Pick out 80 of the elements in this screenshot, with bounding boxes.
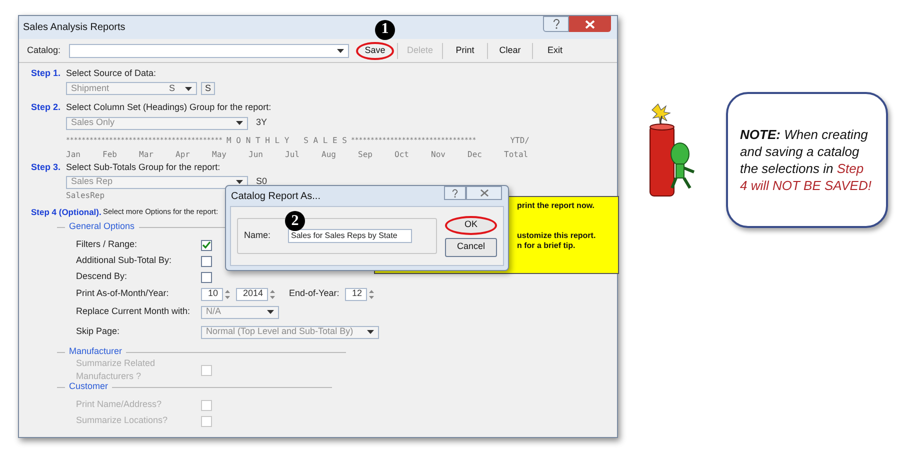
dialog-title: Catalog Report As... — [231, 190, 320, 204]
option-label: Print As-of-Month/Year: — [76, 287, 170, 300]
dropdown-arrow-icon — [337, 48, 344, 52]
toolbar-button[interactable]: Exit — [536, 42, 574, 60]
option-label: Print Name/Address? — [76, 398, 163, 412]
option-label: Descend By: — [76, 270, 128, 284]
source-dropdown[interactable]: Shipment S — [66, 82, 197, 95]
group-title: Manufacturer — [69, 345, 122, 358]
option-label: Summarize Locations? — [76, 414, 169, 428]
month-heading: Apr — [176, 148, 191, 160]
help-button[interactable] — [543, 16, 569, 32]
dropdown-arrow-icon — [367, 330, 374, 334]
step-label: Step 3. — [31, 160, 62, 174]
spinner-arrows-icon[interactable] — [270, 288, 275, 300]
heading-title: M O N T H L Y S A L E S — [226, 135, 347, 147]
dropdown-arrow-icon — [185, 86, 192, 90]
option-label: Additional Sub-Total By: — [76, 254, 173, 268]
group-title: Customer — [69, 380, 108, 394]
spinner-arrows-icon[interactable] — [369, 288, 374, 300]
month-heading: May — [212, 148, 228, 160]
month-heading: Aug — [322, 148, 337, 160]
step-prompt: Select Column Set (Headings) Group for the report: — [66, 101, 272, 114]
help-button[interactable] — [444, 186, 466, 200]
dropdown-arrow-icon — [267, 310, 274, 314]
subtotal-field: SalesRep — [66, 190, 105, 202]
group-title: General Options — [69, 220, 135, 234]
note-text: NOTE: When creating and saving a catalog the selections in Step 4 will NOT BE SAVED! — [740, 126, 872, 194]
spinner-arrows-icon[interactable] — [225, 288, 230, 300]
month-heading: Sep — [358, 148, 374, 160]
dropdown-arrow-icon — [236, 180, 243, 184]
number-field[interactable]: 2014 — [236, 288, 268, 300]
month-heading: Dec — [468, 148, 483, 160]
number-field[interactable]: 12 — [345, 288, 367, 300]
step-label: Step 1. — [31, 67, 62, 80]
checkbox[interactable] — [201, 256, 212, 266]
step-prompt: Select Sub-Totals Group for the report: — [66, 160, 220, 174]
name-label: Name: — [244, 229, 272, 242]
option-label: Skip Page: — [76, 325, 121, 338]
tip-text: ustomize this report. — [517, 231, 597, 241]
step-prompt: Select Source of Data: — [66, 67, 156, 80]
name-field[interactable]: Sales for Sales Reps by State — [288, 229, 412, 243]
dialog-button[interactable]: Cancel — [445, 238, 497, 256]
window-title: Sales Analysis Reports — [23, 21, 126, 35]
catalog-label: Catalog: — [27, 44, 62, 57]
close-button[interactable] — [466, 186, 502, 200]
close-button[interactable] — [569, 16, 611, 32]
step-label: Step 2. — [31, 101, 62, 114]
month-heading: Oct — [394, 148, 410, 160]
month-heading: Jul — [285, 148, 300, 160]
dialog-button[interactable]: OK — [445, 216, 497, 234]
month-heading: Nov — [431, 148, 446, 160]
close-icon — [585, 20, 595, 28]
subtotal-code: S0 — [256, 175, 268, 188]
help-icon — [552, 19, 560, 29]
close-icon — [480, 189, 488, 197]
month-heading: Feb — [102, 148, 118, 160]
toolbar-button[interactable]: Print — [446, 42, 484, 60]
catalog-dropdown[interactable] — [69, 44, 349, 58]
month-heading: Mar — [139, 148, 154, 160]
help-icon — [452, 188, 458, 198]
toolbar-button[interactable]: Save — [356, 42, 394, 60]
tip-text: print the report now. — [517, 201, 596, 211]
tip-text: n for a brief tip. — [517, 241, 576, 251]
month-heading: Jun — [248, 148, 264, 160]
step-number-badge: 2 — [285, 211, 305, 231]
option-label: End-of-Year: — [289, 287, 340, 300]
checkbox[interactable] — [201, 240, 212, 250]
month-heading: Jan — [66, 148, 82, 160]
option-label: Replace Current Month with: — [76, 305, 192, 318]
step-label: Step 4 (Optional). — [31, 206, 102, 218]
heading-total: YTD/ — [510, 135, 530, 147]
dropdown-arrow-icon — [236, 121, 243, 125]
month-heading: Total — [504, 148, 530, 160]
option-label: Summarize Related Manufacturers ? — [76, 356, 156, 382]
source-code: S — [201, 82, 216, 95]
option-label: Filters / Range: — [76, 238, 138, 252]
column-set-code: 3Y — [256, 116, 268, 130]
toolbar-button[interactable]: Clear — [491, 42, 529, 60]
number-field[interactable]: 10 — [201, 288, 223, 300]
checkbox[interactable] — [201, 272, 212, 282]
